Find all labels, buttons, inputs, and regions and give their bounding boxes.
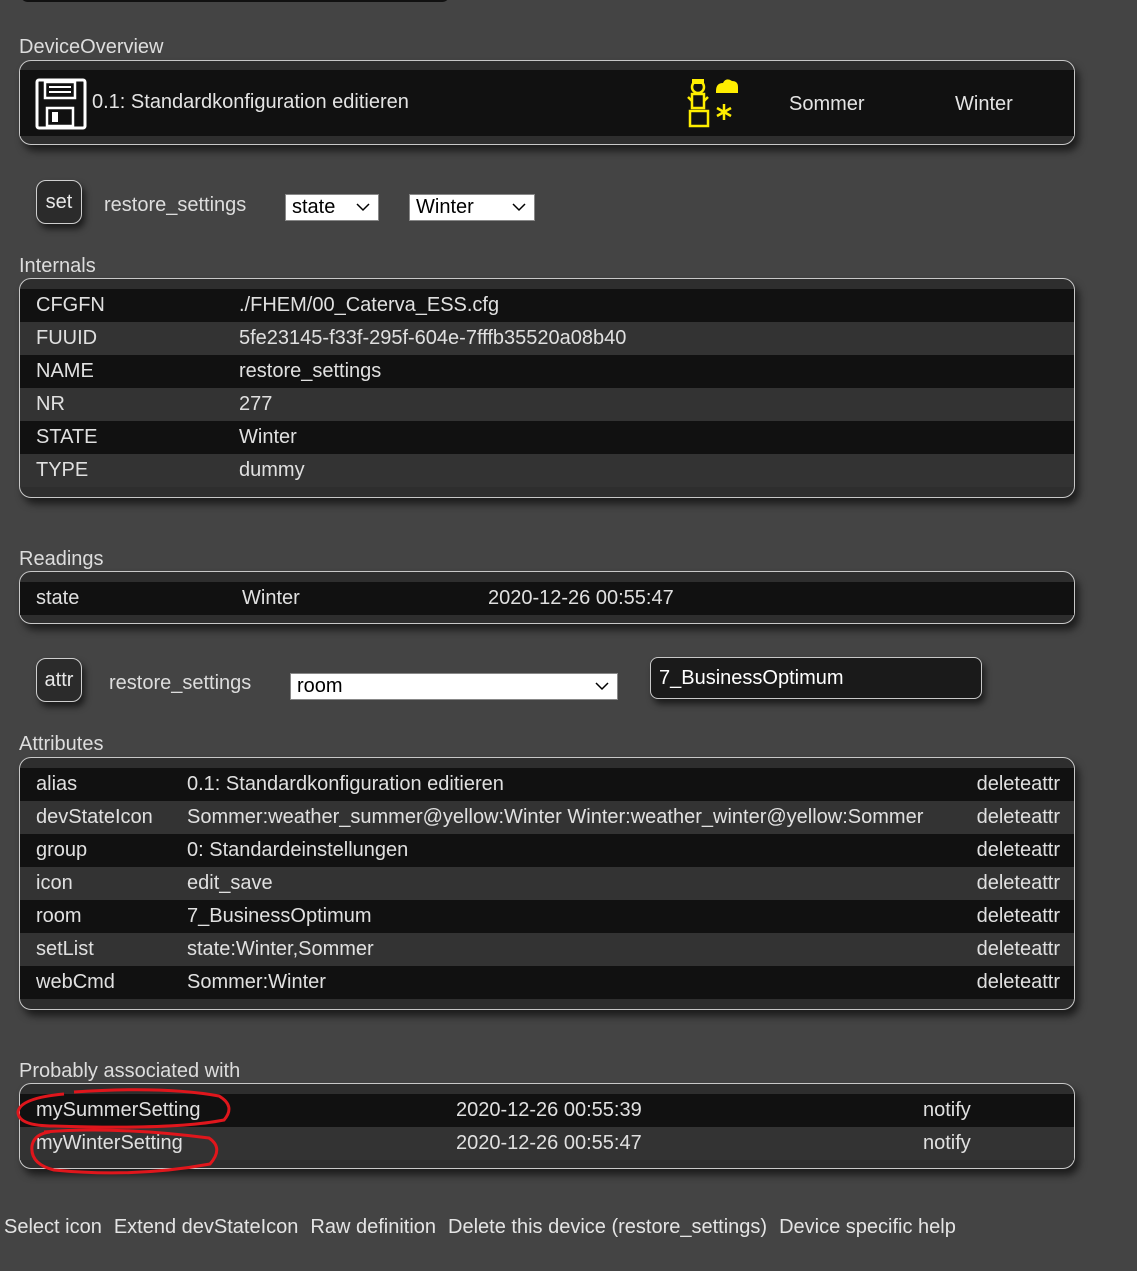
internal-value: 277 <box>223 388 1074 421</box>
attributes-table: alias 0.1: Standardkonfiguration editiere… <box>20 768 1074 999</box>
internal-value: 5fe23145-f33f-295f-604e-7fffb35520a08b40 <box>223 322 1074 355</box>
weather-winter-icon[interactable] <box>684 77 740 129</box>
internal-key: NR <box>20 388 223 421</box>
attribute-row: devStateIcon Sommer:weather_summer@yellow… <box>20 801 1074 834</box>
footer-link[interactable]: Delete this device (restore_settings) <box>448 1216 767 1238</box>
device-overview-row: 0.1: Standardkonfiguration editieren Som… <box>20 70 1074 136</box>
set-button[interactable]: set <box>36 180 82 224</box>
footer-link[interactable]: Select icon <box>4 1216 102 1238</box>
attribute-value: Sommer:weather_summer@yellow:Winter Wint… <box>171 801 954 834</box>
previous-panel-edge <box>20 0 450 2</box>
attribute-row: alias 0.1: Standardkonfiguration editiere… <box>20 768 1074 801</box>
internal-key: CFGFN <box>20 289 223 322</box>
associated-row: mySummerSetting 2020-12-26 00:55:39 notify <box>20 1094 1074 1127</box>
internal-value: restore_settings <box>223 355 1074 388</box>
associated-time: 2020-12-26 00:55:39 <box>440 1094 907 1127</box>
footer-links: Select icon Extend devStateIcon Raw defini… <box>4 1216 968 1239</box>
set-device-label: restore_settings <box>104 194 247 216</box>
attribute-value: state:Winter,Sommer <box>171 933 954 966</box>
attribute-value: 0: Standardeinstellungen <box>171 834 954 867</box>
delete-attr-link[interactable]: deleteattr <box>954 966 1074 999</box>
delete-attr-link[interactable]: deleteattr <box>954 801 1074 834</box>
attr-device-label: restore_settings <box>109 672 252 694</box>
associated-type: notify <box>907 1094 1074 1127</box>
reading-key[interactable]: state <box>20 582 226 615</box>
attribute-row: group 0: Standardeinstellungen deleteattr <box>20 834 1074 867</box>
attribute-key[interactable]: icon <box>20 867 171 900</box>
attr-name-select[interactable]: room <box>290 673 618 700</box>
cmd-sommer-link[interactable]: Sommer <box>789 93 865 116</box>
associated-type: notify <box>907 1127 1074 1160</box>
attribute-key[interactable]: devStateIcon <box>20 801 171 834</box>
delete-attr-link[interactable]: deleteattr <box>954 933 1074 966</box>
attribute-key[interactable]: alias <box>20 768 171 801</box>
readings-table: state Winter 2020-12-26 00:55:47 <box>20 582 1074 615</box>
section-title-internals: Internals <box>19 255 96 277</box>
attribute-row: webCmd Sommer:Winter deleteattr <box>20 966 1074 999</box>
associated-row: myWinterSetting 2020-12-26 00:55:47 notify <box>20 1127 1074 1160</box>
device-overview-panel: 0.1: Standardkonfiguration editieren Som… <box>19 60 1075 145</box>
attributes-panel: alias 0.1: Standardkonfiguration editiere… <box>19 757 1075 1010</box>
delete-attr-link[interactable]: deleteattr <box>954 768 1074 801</box>
attribute-value: edit_save <box>171 867 954 900</box>
attr-value-input[interactable]: 7_BusinessOptimum <box>650 657 982 699</box>
internal-key: STATE <box>20 421 223 454</box>
internal-value: Winter <box>223 421 1074 454</box>
attribute-value: 0.1: Standardkonfiguration editieren <box>171 768 954 801</box>
device-alias-link[interactable]: 0.1: Standardkonfiguration editieren <box>92 91 409 114</box>
footer-link[interactable]: Raw definition <box>310 1216 436 1238</box>
set-reading-select-value: state <box>292 196 336 218</box>
footer-link[interactable]: Device specific help <box>779 1216 956 1238</box>
internals-table: CFGFN ./FHEM/00_Caterva_ESS.cfg FUUID 5fe23… <box>20 289 1074 487</box>
set-reading-select[interactable]: state <box>285 194 379 221</box>
attr-button[interactable]: attr <box>36 658 82 702</box>
delete-attr-link[interactable]: deleteattr <box>954 867 1074 900</box>
attribute-key[interactable]: webCmd <box>20 966 171 999</box>
attribute-key[interactable]: group <box>20 834 171 867</box>
readings-panel: state Winter 2020-12-26 00:55:47 <box>19 571 1075 624</box>
section-title-device-overview: DeviceOverview <box>19 36 164 58</box>
cmd-winter-link[interactable]: Winter <box>955 93 1013 116</box>
internal-value: ./FHEM/00_Caterva_ESS.cfg <box>223 289 1074 322</box>
delete-attr-link[interactable]: deleteattr <box>954 834 1074 867</box>
footer-link[interactable]: Extend devStateIcon <box>114 1216 299 1238</box>
attribute-key[interactable]: room <box>20 900 171 933</box>
set-value-select[interactable]: Winter <box>409 194 535 221</box>
internals-row: TYPE dummy <box>20 454 1074 487</box>
attribute-value: 7_BusinessOptimum <box>171 900 954 933</box>
reading-row: state Winter 2020-12-26 00:55:47 <box>20 582 1074 615</box>
attribute-row: icon edit_save deleteattr <box>20 867 1074 900</box>
attr-name-select-value: room <box>297 675 343 697</box>
attribute-row: room 7_BusinessOptimum deleteattr <box>20 900 1074 933</box>
internals-row: FUUID 5fe23145-f33f-295f-604e-7fffb35520a… <box>20 322 1074 355</box>
associated-table: mySummerSetting 2020-12-26 00:55:39 notify… <box>20 1094 1074 1160</box>
attribute-row: setList state:Winter,Sommer deleteattr <box>20 933 1074 966</box>
reading-time: 2020-12-26 00:55:47 <box>472 582 1074 615</box>
internal-key: NAME <box>20 355 223 388</box>
attribute-value: Sommer:Winter <box>171 966 954 999</box>
associated-device-link[interactable]: myWinterSetting <box>20 1127 440 1160</box>
internals-row: CFGFN ./FHEM/00_Caterva_ESS.cfg <box>20 289 1074 322</box>
internals-row: STATE Winter <box>20 421 1074 454</box>
internals-row: NAME restore_settings <box>20 355 1074 388</box>
floppy-save-icon[interactable] <box>35 78 87 130</box>
chevron-down-icon <box>512 197 526 224</box>
section-title-attributes: Attributes <box>19 733 104 755</box>
reading-value: Winter <box>226 582 472 615</box>
chevron-down-icon <box>595 676 609 703</box>
internal-key: FUUID <box>20 322 223 355</box>
section-title-readings: Readings <box>19 548 104 570</box>
set-value-select-value: Winter <box>416 196 474 218</box>
internals-panel: CFGFN ./FHEM/00_Caterva_ESS.cfg FUUID 5fe23… <box>19 278 1075 498</box>
chevron-down-icon <box>356 197 370 224</box>
associated-panel: mySummerSetting 2020-12-26 00:55:39 notify… <box>19 1083 1075 1169</box>
internal-value: dummy <box>223 454 1074 487</box>
associated-time: 2020-12-26 00:55:47 <box>440 1127 907 1160</box>
internal-key: TYPE <box>20 454 223 487</box>
delete-attr-link[interactable]: deleteattr <box>954 900 1074 933</box>
attribute-key[interactable]: setList <box>20 933 171 966</box>
section-title-associated: Probably associated with <box>19 1060 241 1082</box>
associated-device-link[interactable]: mySummerSetting <box>20 1094 440 1127</box>
internals-row: NR 277 <box>20 388 1074 421</box>
